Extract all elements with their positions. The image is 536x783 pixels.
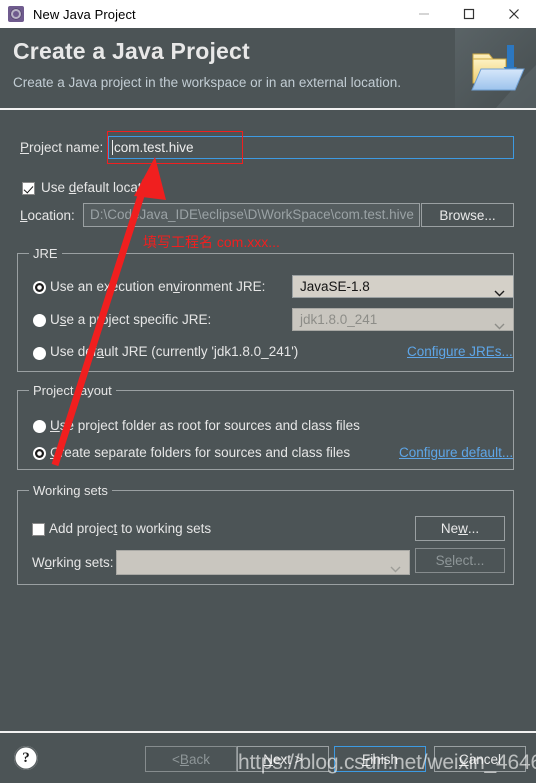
add-project-to-working-sets-label: Add project to working sets — [49, 521, 212, 536]
title-bar: New Java Project — [0, 0, 536, 29]
select-working-set-button: Se lect... — [415, 548, 505, 573]
radio-execution-environment-jre[interactable] — [33, 281, 46, 294]
browse-button[interactable]: Browse... — [421, 203, 514, 227]
window-title: New Java Project — [33, 6, 136, 22]
back-button: < Back — [145, 746, 237, 772]
page-title: Create a Java Project — [13, 38, 250, 64]
label-project-specific-jre: Use a project specific JRE: — [50, 312, 212, 327]
use-default-location-label: Use default location — [41, 180, 160, 195]
annotation-note: 填写工程名 com.xxx... — [143, 234, 280, 250]
next-button[interactable]: Next > — [237, 746, 329, 772]
finish-button[interactable]: Finish — [334, 746, 426, 772]
working-sets-group-title: Working sets — [29, 483, 112, 498]
project-specific-jre-combo: jdk1.8.0_241 — [292, 308, 514, 331]
radio-project-specific-jre[interactable] — [33, 314, 46, 327]
page-subtitle: Create a Java project in the workspace o… — [13, 75, 401, 90]
new-java-project-dialog: New Java Project Create a Java Project C… — [0, 0, 536, 783]
location-label: Location: — [20, 208, 75, 223]
jre-group-title: JRE — [29, 246, 62, 261]
add-project-to-working-sets-checkbox[interactable] — [32, 523, 45, 536]
working-sets-label: Working sets: — [32, 555, 114, 570]
close-icon[interactable] — [491, 0, 536, 28]
window-controls — [401, 0, 536, 28]
maximize-icon[interactable] — [446, 0, 491, 28]
label-default-jre: Use default JRE (currently 'jdk1.8.0_241… — [50, 344, 299, 359]
chevron-down-icon — [494, 317, 505, 335]
project-name-value: com.test.hive — [114, 140, 194, 155]
working-sets-combo — [116, 550, 410, 575]
configure-jres-link[interactable]: Configure JREs... — [407, 344, 513, 359]
project-name-label: Project name: — [20, 140, 104, 155]
dialog-header: Create a Java Project Create a Java proj… — [0, 28, 536, 109]
label-separate-folders: Create separate folders for sources and … — [50, 445, 351, 460]
java-project-wizard-icon — [8, 6, 24, 22]
cancel-button[interactable]: Cancel — [434, 746, 526, 772]
text-caret — [112, 140, 113, 155]
radio-default-jre[interactable] — [33, 347, 46, 360]
help-icon[interactable]: ? — [14, 746, 38, 770]
radio-project-folder-root[interactable] — [33, 420, 46, 433]
folder-with-page-icon — [455, 28, 536, 109]
location-input: D:\CodeJava_IDE\eclipse\D\WorkSpace\com.… — [83, 203, 420, 227]
project-layout-group-title: Project layout — [29, 383, 116, 398]
label-project-folder-root: Use project folder as root for sources a… — [50, 418, 360, 433]
execution-environment-combo[interactable]: JavaSE-1.8 — [292, 275, 514, 298]
location-value: D:\CodeJava_IDE\eclipse\D\WorkSpace\com.… — [90, 207, 414, 222]
label-execution-environment-jre: Use an execution environment JRE: — [50, 279, 266, 294]
chevron-down-icon — [494, 284, 505, 302]
execution-environment-value: JavaSE-1.8 — [300, 279, 370, 294]
project-name-input[interactable]: com.test.hive — [108, 136, 514, 159]
use-default-location-checkbox[interactable] — [22, 182, 35, 195]
minimize-icon[interactable] — [401, 0, 446, 28]
new-working-set-button[interactable]: Ne w... — [415, 516, 505, 541]
radio-separate-folders[interactable] — [33, 447, 46, 460]
chevron-down-icon — [390, 560, 401, 578]
configure-default-link[interactable]: Configure default... — [399, 445, 513, 460]
project-specific-jre-value: jdk1.8.0_241 — [300, 312, 378, 327]
